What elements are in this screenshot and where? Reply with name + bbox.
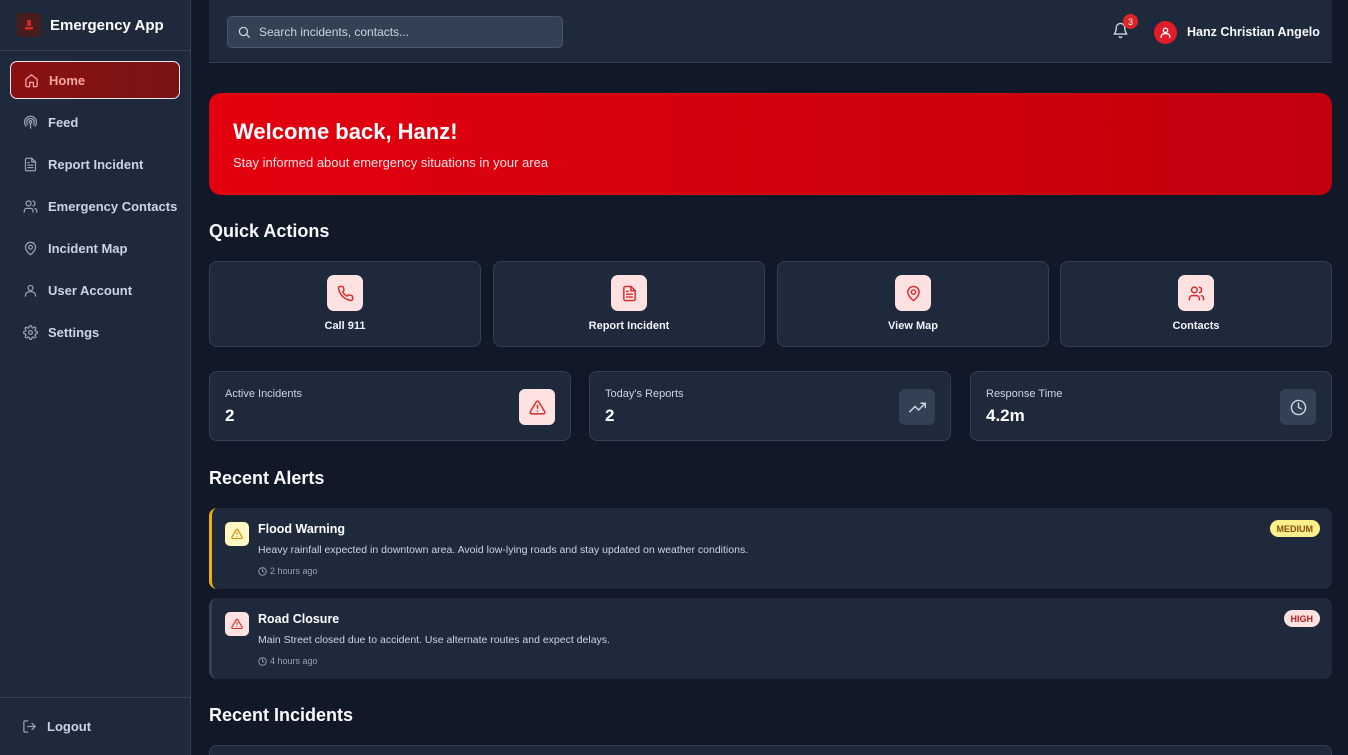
app-title: Emergency App <box>50 16 164 34</box>
notification-badge: 3 <box>1123 14 1138 29</box>
sidebar-item-feed[interactable]: Feed <box>10 103 180 141</box>
stat-label: Response Time <box>986 388 1063 400</box>
sidebar-item-label: User Account <box>48 282 133 298</box>
phone-icon <box>327 275 363 311</box>
incident-card[interactable] <box>209 745 1332 755</box>
sidebar-item-report-incident[interactable]: Report Incident <box>10 145 180 183</box>
clock-icon <box>258 566 267 576</box>
report-incident-button[interactable]: Report Incident <box>493 261 765 347</box>
sidebar: Emergency App Home Feed Report Incident … <box>0 0 191 755</box>
sidebar-item-label: Emergency Contacts <box>48 198 178 214</box>
home-icon <box>23 72 39 88</box>
alert-triangle-icon <box>225 522 249 546</box>
quick-action-label: Call 911 <box>324 320 366 332</box>
sidebar-item-label: Report Incident <box>48 156 144 172</box>
view-map-button[interactable]: View Map <box>777 261 1049 347</box>
logout-button[interactable]: Logout <box>0 697 190 755</box>
sidebar-item-incident-map[interactable]: Incident Map <box>10 229 180 267</box>
severity-badge: HIGH <box>1283 610 1320 627</box>
search-input[interactable] <box>259 25 549 39</box>
map-pin-icon <box>895 275 931 311</box>
feed-icon <box>22 114 38 130</box>
trending-up-icon <box>899 389 935 425</box>
welcome-subtitle: Stay informed about emergency situations… <box>233 155 549 170</box>
clock-icon <box>258 656 267 666</box>
sidebar-item-settings[interactable]: Settings <box>10 313 180 351</box>
alert-description: Heavy rainfall expected in downtown area… <box>258 544 749 556</box>
welcome-title: Welcome back, Hanz! <box>233 119 458 144</box>
avatar[interactable] <box>1154 21 1177 44</box>
welcome-banner: Welcome back, Hanz! Stay informed about … <box>209 93 1332 195</box>
alert-title: Road Closure <box>258 612 340 626</box>
alert-timestamp: 4 hours ago <box>258 656 318 666</box>
sidebar-item-home[interactable]: Home <box>10 61 180 99</box>
stat-value: 4.2m <box>986 406 1025 425</box>
map-pin-icon <box>22 240 38 256</box>
sidebar-item-label: Incident Map <box>48 240 128 256</box>
stat-todays-reports: Today's Reports 2 <box>589 371 951 441</box>
clock-icon <box>1280 389 1316 425</box>
alert-title: Flood Warning <box>258 522 346 536</box>
alert-card[interactable]: Road Closure Main Street closed due to a… <box>209 598 1332 679</box>
user-name[interactable]: Hanz Christian Angelo <box>1187 25 1320 39</box>
sidebar-item-label: Settings <box>48 324 100 340</box>
alert-timestamp: 2 hours ago <box>258 566 318 576</box>
top-header: 3 Hanz Christian Angelo <box>209 0 1332 63</box>
quick-action-label: Report Incident <box>588 320 670 332</box>
stat-active-incidents: Active Incidents 2 <box>209 371 571 441</box>
call-911-button[interactable]: Call 911 <box>209 261 481 347</box>
search-bar[interactable] <box>227 16 563 48</box>
quick-action-label: Contacts <box>1172 320 1220 332</box>
stat-value: 2 <box>225 406 235 425</box>
user-icon <box>22 282 38 298</box>
recent-incidents-title: Recent Incidents <box>209 705 354 725</box>
quick-action-label: View Map <box>888 320 938 332</box>
quick-actions-title: Quick Actions <box>209 221 330 241</box>
stat-response-time: Response Time 4.2m <box>970 371 1332 441</box>
alert-time-text: 4 hours ago <box>270 656 318 666</box>
gear-icon <box>22 324 38 340</box>
users-icon <box>1178 275 1214 311</box>
logout-label: Logout <box>47 719 92 734</box>
alert-card[interactable]: Flood Warning Heavy rainfall expected in… <box>209 508 1332 589</box>
stat-label: Today's Reports <box>605 388 684 400</box>
users-icon <box>22 198 38 214</box>
sidebar-item-emergency-contacts[interactable]: Emergency Contacts <box>10 187 180 225</box>
sidebar-nav: Home Feed Report Incident Emergency Cont… <box>0 51 190 351</box>
stat-value: 2 <box>605 406 615 425</box>
alert-time-text: 2 hours ago <box>270 566 318 576</box>
alert-triangle-icon <box>225 612 249 636</box>
contacts-button[interactable]: Contacts <box>1060 261 1332 347</box>
sidebar-item-user-account[interactable]: User Account <box>10 271 180 309</box>
brand: Emergency App <box>0 0 190 51</box>
alert-description: Main Street closed due to accident. Use … <box>258 634 610 646</box>
search-icon <box>237 25 251 39</box>
logout-icon <box>22 719 38 735</box>
document-icon <box>22 156 38 172</box>
alert-triangle-icon <box>519 389 555 425</box>
severity-badge: MEDIUM <box>1269 520 1320 537</box>
sidebar-item-label: Feed <box>48 114 79 130</box>
document-icon <box>611 275 647 311</box>
app-logo <box>17 13 41 37</box>
recent-alerts-title: Recent Alerts <box>209 468 325 488</box>
sidebar-item-label: Home <box>49 72 86 88</box>
stat-label: Active Incidents <box>225 388 303 400</box>
